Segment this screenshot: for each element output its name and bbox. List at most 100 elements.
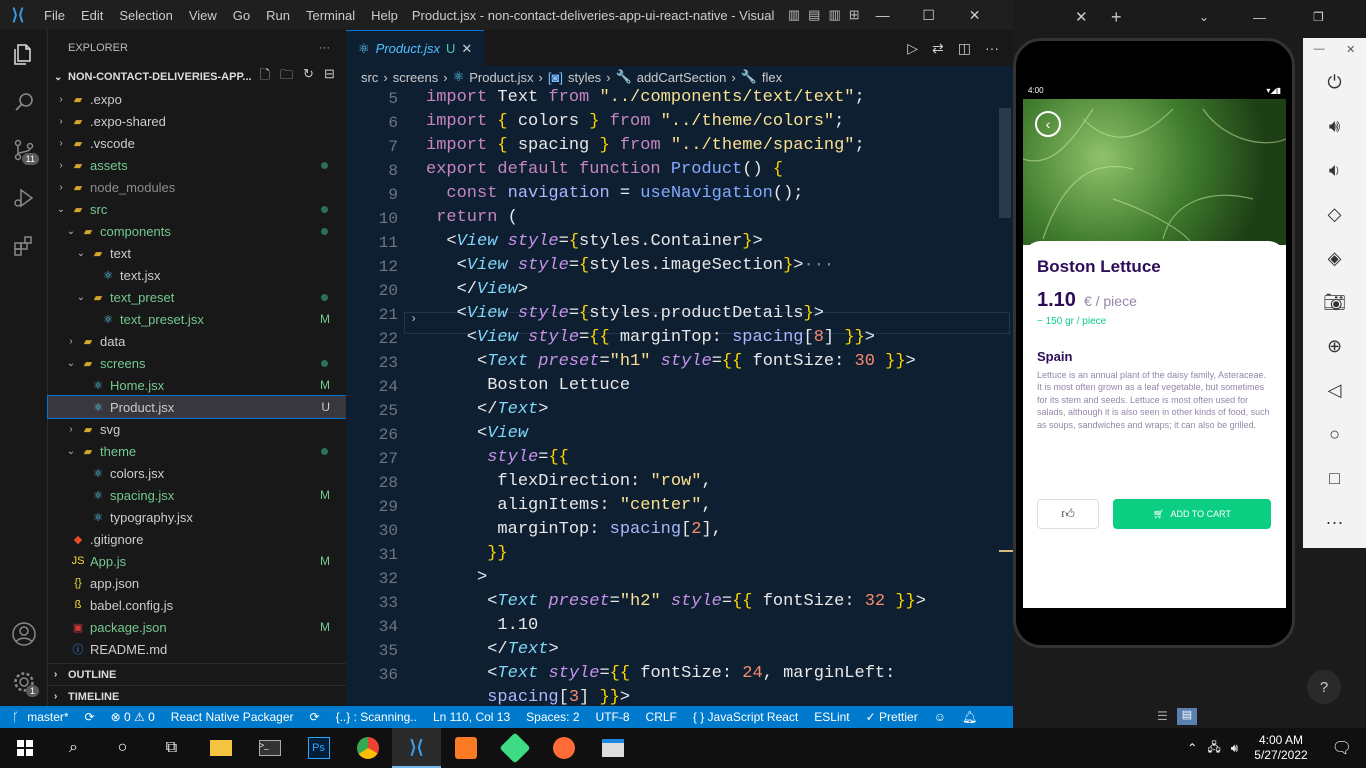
like-thumb-icon[interactable]: 👍︎ [1037,499,1099,529]
zoom-icon[interactable]: ⊕ [1303,324,1366,368]
chrome-icon[interactable] [343,728,392,768]
tree-item[interactable]: › ▰ data [48,330,346,352]
tree-item[interactable]: ◆ .gitignore [48,528,346,550]
new-folder-icon[interactable]: 🗀 [280,66,293,88]
clock-time[interactable]: 4:00 AM [1254,733,1307,748]
tree-item[interactable]: ⚛ text_preset.jsx M [48,308,346,330]
settings-gear-icon[interactable]: 1 [0,658,48,706]
menu-run[interactable]: Run [258,8,298,23]
crumb-flex[interactable]: flex [762,70,782,85]
menu-edit[interactable]: Edit [73,8,111,23]
tree-item[interactable]: ⚛ colors.jsx [48,462,346,484]
code-line[interactable]: </Text> [426,640,558,659]
tree-item[interactable]: ⌄ ▰ screens [48,352,346,374]
run-icon[interactable]: ▷ [907,40,918,57]
close-tab-icon[interactable]: ✕ [1075,8,1088,26]
tree-item[interactable]: ⌄ ▰ theme [48,440,346,462]
restore-icon[interactable]: ❐ [1313,10,1324,24]
menu-view[interactable]: View [181,8,225,23]
tree-item[interactable]: ⌄ ▰ text [48,242,346,264]
git-branch[interactable]: master* [27,710,76,724]
task-view-icon[interactable]: ⧉ [147,728,196,768]
timeline-section[interactable]: › TIMELINE [48,685,346,707]
collapse-all-icon[interactable]: ⊟ [324,66,335,88]
encoding[interactable]: UTF-8 [588,710,638,724]
indentation[interactable]: Spaces: 2 [518,710,587,724]
source-control-icon[interactable]: 11 [0,126,48,174]
search-icon[interactable]: ⌕ [49,728,98,768]
sync-icon[interactable]: ⟳ [77,710,103,724]
volume-icon[interactable]: 🔊︎ [1231,741,1239,756]
run-debug-icon[interactable] [0,174,48,222]
toggle-panel-icon[interactable]: ▤ [808,7,820,23]
maximize-button[interactable]: ☐ [906,7,952,24]
show-hidden-icons-icon[interactable]: ⌃ [1187,741,1197,755]
tree-item[interactable]: › ▰ .expo-shared [48,110,346,132]
back-arrow-icon[interactable]: ‹ [1035,111,1061,137]
file-explorer-icon[interactable] [196,728,245,768]
windows-start-icon[interactable] [0,728,49,768]
scrollbar-thumb[interactable] [999,108,1011,218]
postman-icon[interactable] [539,728,588,768]
code-line[interactable]: import Text from "../components/text/tex… [426,88,865,107]
menu-file[interactable]: File [36,8,73,23]
menu-help[interactable]: Help [363,8,406,23]
help-icon[interactable]: ? [1307,670,1341,704]
editor-more-icon[interactable]: ··· [985,40,999,57]
code-line[interactable]: <Text preset="h2" style={{ fontSize: 32 … [426,592,926,611]
list-view-icon[interactable]: ☰ [1157,709,1168,723]
app-window-icon[interactable] [588,728,637,768]
tree-item[interactable]: ⚛ typography.jsx [48,506,346,528]
code-line[interactable]: spacing[3] }}> [426,688,630,707]
chevron-down-icon[interactable]: ⌄ [1199,10,1209,24]
outline-section[interactable]: › OUTLINE [48,663,346,685]
tree-item[interactable]: JS App.js M [48,550,346,572]
account-icon[interactable] [0,610,48,658]
back-icon[interactable]: ◁ [1303,368,1366,412]
tree-item[interactable]: ⌄ ▰ src [48,198,346,220]
tree-item[interactable]: › ▰ .vscode [48,132,346,154]
power-icon[interactable]: ⏻ [1303,60,1366,104]
android-studio-icon[interactable] [490,728,539,768]
code-line[interactable]: marginTop: spacing[2], [426,520,721,539]
code-line[interactable]: <Text style={{ fontSize: 24, marginLeft: [426,664,895,683]
menu-terminal[interactable]: Terminal [298,8,363,23]
code-line[interactable]: const navigation = useNavigation(); [426,184,803,203]
code-line[interactable]: Boston Lettuce [426,376,630,395]
language-mode[interactable]: { } JavaScript React [685,710,806,724]
minimize-button[interactable]: — [860,7,906,23]
code-line[interactable]: export default function Product() { [426,160,783,179]
packager-status[interactable]: React Native Packager [163,710,302,724]
rotate-left-icon[interactable]: ◇ [1303,192,1366,236]
menu-selection[interactable]: Selection [111,8,180,23]
code-line[interactable]: }} [426,544,507,563]
code-line[interactable]: </Text> [426,400,548,419]
code-line[interactable]: </View> [426,280,528,299]
code-line[interactable]: <View style={{ marginTop: spacing[8] }}> [426,328,875,347]
code-line[interactable]: alignItems: "center", [426,496,711,515]
tree-item[interactable]: ⌄ ▰ components [48,220,346,242]
minimize-icon[interactable]: — [1253,10,1266,25]
crumb-styles[interactable]: styles [568,70,601,85]
code-line[interactable]: import { colors } from "../theme/colors"… [426,112,844,131]
new-tab-icon[interactable]: + [1111,7,1122,28]
code-line[interactable]: <View [426,424,528,443]
tree-item[interactable]: ß babel.config.js [48,594,346,616]
tree-item[interactable]: ⚛ spacing.jsx M [48,484,346,506]
volume-up-icon[interactable]: 🔊︎ [1303,104,1366,148]
code-line[interactable]: import { spacing } from "../theme/spacin… [426,136,865,155]
code-line[interactable]: 1.10 [426,616,538,635]
more-icon[interactable]: ··· [1303,500,1366,544]
prettier-status[interactable]: ✓ Prettier [858,710,926,724]
customize-layout-icon[interactable]: ⊞ [849,7,860,23]
fold-chevron-icon[interactable]: › [410,312,417,326]
feedback-icon[interactable]: ☺ [926,710,954,724]
eslint-status[interactable]: ESLint [806,710,857,724]
volume-down-icon[interactable]: 🔉︎ [1303,148,1366,192]
code-line[interactable]: > [426,568,487,587]
tree-item[interactable]: ⚛ Home.jsx M [48,374,346,396]
tab-product-jsx[interactable]: ⚛ Product.jsx U ✕ [346,30,485,66]
tree-item[interactable]: {} app.json [48,572,346,594]
close-icon[interactable]: ✕ [1346,43,1355,56]
add-to-cart-button[interactable]: 🛒︎ ADD TO CART [1113,499,1271,529]
